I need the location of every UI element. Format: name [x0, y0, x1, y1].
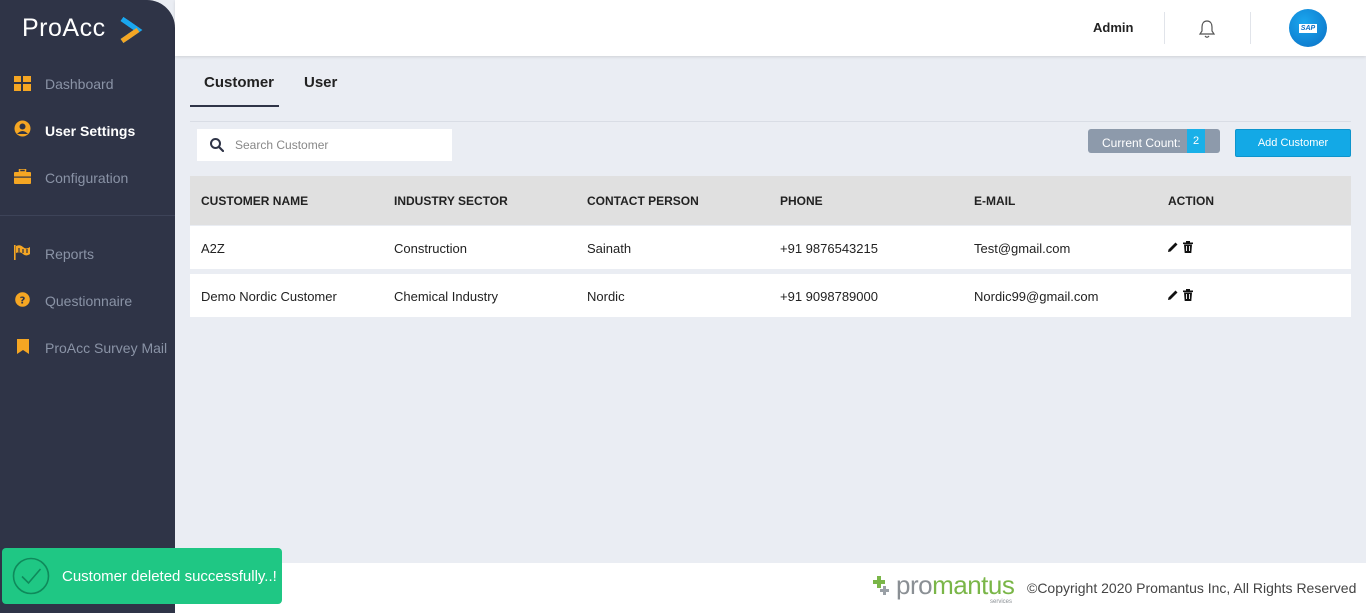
column-header-action: ACTION [1168, 194, 1214, 208]
bookmark-icon [14, 338, 31, 355]
count-label: Current Count: [1102, 136, 1181, 150]
logo-chevron-icon [120, 16, 143, 44]
promantus-logo: promantus services [873, 572, 1015, 604]
sidebar-item-label: Questionnaire [45, 293, 133, 309]
svg-text:?: ? [20, 296, 26, 307]
dashboard-icon [14, 75, 31, 92]
avatar[interactable]: SAP [1289, 9, 1327, 47]
sidebar-item-configuration[interactable]: Configuration [0, 163, 175, 193]
sidebar-item-questionnaire[interactable]: ? Questionnaire [0, 286, 175, 316]
table-header: CUSTOMER NAME INDUSTRY SECTOR CONTACT PE… [190, 176, 1351, 225]
add-customer-button[interactable]: Add Customer [1235, 129, 1351, 157]
current-count-badge: Current Count: 2 [1088, 129, 1220, 153]
active-tab-indicator [190, 105, 279, 107]
copyright-text: ©Copyright 2020 Promantus Inc, All Right… [1027, 580, 1357, 596]
column-header-customer-name: CUSTOMER NAME [201, 194, 309, 208]
sidebar-item-proacc-survey-mail[interactable]: ProAcc Survey Mail [0, 333, 175, 363]
sidebar-item-label: Reports [45, 246, 95, 262]
cell-industry-sector: Construction [394, 241, 467, 256]
search-box [197, 129, 452, 161]
table-row: Demo Nordic Customer Chemical Industry N… [190, 274, 1351, 317]
app-logo[interactable]: ProAcc [22, 14, 106, 43]
cell-customer-name: A2Z [201, 241, 225, 256]
cell-phone: +91 9876543215 [780, 241, 878, 256]
sidebar-item-label: Configuration [45, 170, 129, 186]
table-row: A2Z Construction Sainath +91 9876543215 … [190, 226, 1351, 269]
success-toast[interactable]: Customer deleted successfully..! [2, 548, 282, 604]
delete-trash-icon[interactable] [1182, 241, 1194, 253]
edit-pencil-icon[interactable] [1167, 289, 1179, 301]
tabs-divider [190, 121, 1351, 122]
sidebar-divider [0, 215, 175, 216]
divider [1250, 12, 1251, 44]
check-circle-icon [12, 557, 50, 595]
sidebar-item-reports[interactable]: Reports [0, 239, 175, 269]
briefcase-icon [14, 168, 31, 185]
search-input[interactable] [235, 129, 445, 161]
sidebar-item-label: User Settings [45, 123, 136, 139]
avatar-label: SAP [1298, 23, 1318, 33]
cell-customer-name: Demo Nordic Customer [201, 289, 337, 304]
search-icon [210, 138, 224, 152]
column-header-industry-sector: INDUSTRY SECTOR [394, 194, 508, 208]
count-value: 2 [1187, 129, 1205, 153]
delete-trash-icon[interactable] [1182, 289, 1194, 301]
sidebar-item-dashboard[interactable]: Dashboard [0, 69, 175, 99]
column-header-email: E-MAIL [974, 194, 1016, 208]
sidebar-item-label: Dashboard [45, 76, 114, 92]
flag-icon [14, 244, 31, 261]
cell-industry-sector: Chemical Industry [394, 289, 499, 304]
sidebar-item-label: ProAcc Survey Mail [45, 340, 168, 356]
brand-text: promantus [896, 572, 1015, 600]
column-header-phone: PHONE [780, 194, 823, 208]
tab-user[interactable]: User [304, 74, 337, 91]
user-circle-icon [14, 120, 31, 137]
toast-message: Customer deleted successfully..! [62, 568, 277, 585]
topbar: Admin SAP [175, 0, 1366, 56]
divider [1164, 12, 1165, 44]
tab-customer[interactable]: Customer [204, 74, 274, 91]
column-header-contact-person: CONTACT PERSON [587, 194, 699, 208]
cell-email: Test@gmail.com [974, 241, 1071, 256]
cell-contact-person: Nordic [587, 289, 625, 304]
user-name[interactable]: Admin [1093, 20, 1133, 35]
sidebar-item-user-settings[interactable]: User Settings [0, 116, 175, 146]
cell-contact-person: Sainath [587, 241, 632, 256]
promantus-mark-icon [873, 576, 889, 595]
cell-phone: +91 9098789000 [780, 289, 878, 304]
bell-icon[interactable] [1198, 19, 1216, 39]
question-circle-icon: ? [14, 291, 31, 308]
cell-email: Nordic99@gmail.com [974, 289, 1099, 304]
brand-sub-text: services [990, 599, 1012, 604]
sidebar: ProAcc Dashboard User Settings Configura… [0, 0, 175, 613]
edit-pencil-icon[interactable] [1167, 241, 1179, 253]
